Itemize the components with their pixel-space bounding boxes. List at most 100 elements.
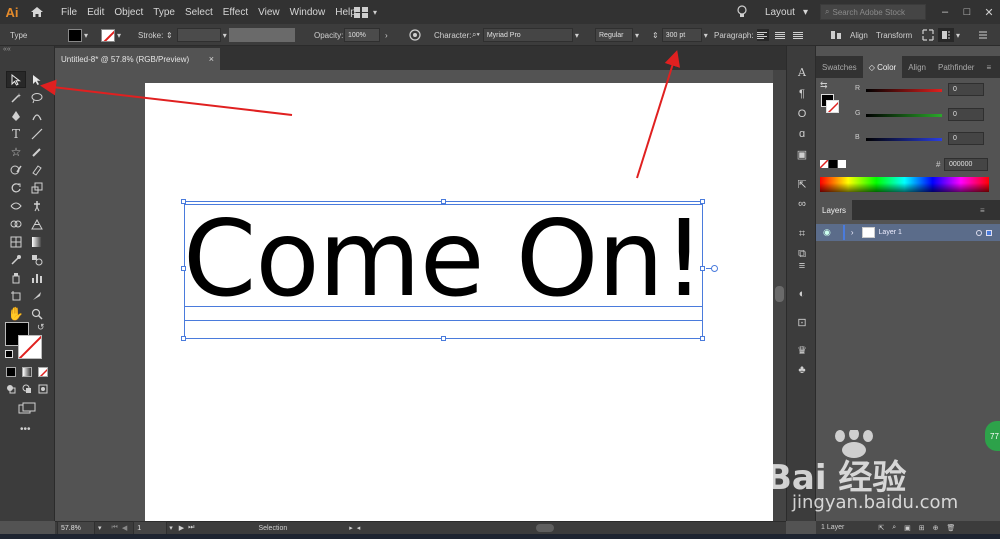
image-trace-panel-icon[interactable]: ⊡	[794, 314, 810, 330]
close-icon[interactable]: ×	[209, 54, 214, 64]
blue-value[interactable]: 0	[948, 132, 984, 145]
vertical-scrollbar[interactable]	[773, 70, 786, 521]
paintbrush-tool-icon[interactable]	[27, 143, 47, 160]
menu-select[interactable]: Select	[180, 7, 218, 18]
eyedropper-tool-icon[interactable]	[6, 251, 26, 268]
recolor-artwork-icon[interactable]	[409, 28, 421, 42]
draw-behind-icon[interactable]	[22, 384, 32, 394]
align-center-icon[interactable]	[775, 29, 787, 41]
resize-handle[interactable]	[441, 336, 446, 341]
previous-artboard-icon[interactable]: ◀	[122, 524, 127, 532]
tab-swatches[interactable]: Swatches	[816, 56, 863, 78]
gradient-mode-icon[interactable]	[22, 367, 32, 377]
resize-handle[interactable]	[441, 199, 446, 204]
workspace-switcher[interactable]: Layout ▾	[765, 7, 808, 18]
font-family-dropdown[interactable]: ⌕▾ Myriad Pro ▾	[472, 28, 579, 42]
locate-object-icon[interactable]: ⌕	[892, 524, 896, 532]
zoom-tool-icon[interactable]	[27, 305, 47, 322]
next-artboard-icon[interactable]: ▶	[179, 524, 184, 532]
minimize-icon[interactable]: –	[934, 0, 956, 24]
slice-tool-icon[interactable]	[27, 287, 47, 304]
layer-name[interactable]: Layer 1	[879, 229, 902, 236]
zoom-level[interactable]: 57.8%	[57, 521, 95, 535]
chevron-down-icon[interactable]: ▾	[169, 524, 173, 532]
home-icon[interactable]	[24, 0, 50, 24]
line-tool-icon[interactable]	[27, 125, 47, 142]
menu-type[interactable]: Type	[148, 7, 180, 18]
layer-row[interactable]: ◉ › Layer 1	[816, 224, 1000, 241]
transform-panel-icon[interactable]: ⌗	[794, 226, 810, 242]
align-objects-icon[interactable]	[830, 28, 842, 42]
lasso-tool-icon[interactable]	[27, 89, 47, 106]
direct-selection-tool-icon[interactable]	[27, 71, 47, 88]
menu-file[interactable]: File	[56, 7, 82, 18]
tab-color[interactable]: ◇ Color	[862, 56, 903, 78]
hex-value[interactable]: 000000	[944, 158, 988, 171]
artboard-tool-icon[interactable]	[6, 287, 26, 304]
gradient-tool-icon[interactable]	[27, 233, 47, 250]
fill-color-dropdown[interactable]: ▾	[68, 28, 88, 42]
blend-tool-icon[interactable]	[27, 251, 47, 268]
swap-colors-icon[interactable]: ⇆	[820, 80, 828, 91]
panel-menu-icon[interactable]: ≡	[986, 63, 991, 72]
text-out-port[interactable]	[711, 265, 718, 272]
eraser-tool-icon[interactable]	[27, 161, 47, 178]
none-swatch[interactable]	[820, 160, 828, 168]
tab-align[interactable]: Align	[902, 56, 932, 78]
align-left-icon[interactable]	[757, 29, 769, 41]
visibility-eye-icon[interactable]: ◉	[823, 227, 831, 238]
libraries-panel-icon[interactable]: ▣	[794, 146, 810, 162]
opentype-panel-icon[interactable]: O	[794, 106, 810, 122]
brushes-panel-icon[interactable]: ♣	[794, 362, 810, 378]
screen-mode-icon[interactable]	[18, 402, 36, 414]
draw-inside-icon[interactable]	[38, 384, 48, 394]
perspective-grid-tool-icon[interactable]	[27, 215, 47, 232]
canvas-area[interactable]: Come On!	[55, 70, 773, 521]
scroll-left-icon[interactable]: ◂	[357, 524, 361, 532]
shape-builder-tool-icon[interactable]	[6, 215, 26, 232]
symbol-sprayer-tool-icon[interactable]	[6, 269, 26, 286]
text-wrap-dropdown[interactable]: ▾	[938, 28, 960, 42]
trash-icon[interactable]: 🗑	[947, 524, 956, 532]
chevron-down-icon[interactable]: ▾	[98, 524, 102, 532]
type-tool-icon[interactable]: T	[6, 125, 26, 142]
puppet-warp-tool-icon[interactable]	[27, 197, 47, 214]
default-colors-icon[interactable]	[5, 350, 13, 358]
red-value[interactable]: 0	[948, 83, 984, 96]
resize-handle[interactable]	[181, 199, 186, 204]
last-artboard-icon[interactable]: ⏭	[188, 524, 194, 532]
variable-width-profile[interactable]	[229, 28, 295, 42]
hand-tool-icon[interactable]: ✋	[6, 305, 26, 322]
appearance-panel-icon[interactable]: ◐	[794, 286, 810, 302]
pen-tool-icon[interactable]	[6, 107, 26, 124]
stock-search-input[interactable]: ⌕ Search Adobe Stock	[820, 4, 926, 20]
swap-colors-icon[interactable]: ↺	[37, 322, 45, 333]
selection-indicator[interactable]	[985, 229, 992, 236]
artboard-number[interactable]: 1	[133, 521, 168, 535]
draw-normal-icon[interactable]	[6, 384, 16, 394]
lightbulb-icon[interactable]	[731, 0, 753, 24]
isolate-icon[interactable]	[922, 28, 934, 42]
close-icon[interactable]: ✕	[978, 0, 1000, 24]
artboard[interactable]: Come On!	[145, 83, 773, 521]
resize-handle[interactable]	[181, 336, 186, 341]
export-panel-icon[interactable]: ⇱	[794, 176, 810, 192]
scale-tool-icon[interactable]	[27, 179, 47, 196]
shaper-tool-icon[interactable]	[6, 161, 26, 178]
collect-export-icon[interactable]: ⇱	[878, 524, 884, 532]
make-clipping-mask-icon[interactable]: ▣	[904, 524, 911, 532]
mesh-tool-icon[interactable]	[6, 233, 26, 250]
transform-panel-link[interactable]: Transform	[876, 28, 912, 42]
maximize-icon[interactable]: □	[956, 0, 978, 24]
status-menu-icon[interactable]: ▸	[349, 524, 353, 532]
menu-object[interactable]: Object	[109, 7, 148, 18]
curvature-tool-icon[interactable]	[27, 107, 47, 124]
magic-wand-tool-icon[interactable]	[6, 89, 26, 106]
menu-view[interactable]: View	[253, 7, 285, 18]
white-swatch[interactable]	[838, 160, 846, 168]
align-right-icon[interactable]	[793, 29, 805, 41]
character-panel-icon[interactable]: A	[794, 64, 810, 80]
stroke-color-swatch[interactable]	[18, 335, 42, 359]
opacity-field[interactable]: 100% ›	[344, 28, 388, 42]
links-panel-icon[interactable]: ∞	[794, 196, 810, 212]
